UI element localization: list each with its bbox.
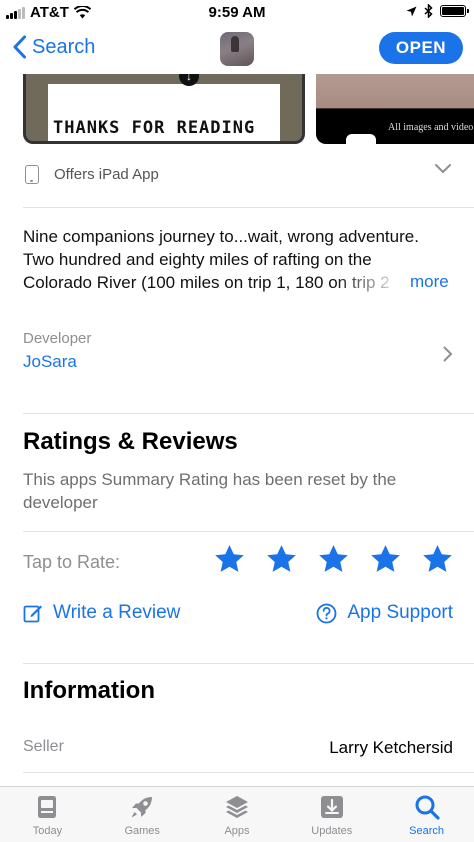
- developer-row[interactable]: Developer JoSara: [23, 330, 455, 380]
- clock: 9:59 AM: [208, 4, 266, 21]
- write-review-button[interactable]: Write a Review: [23, 602, 180, 624]
- rating-stars: [213, 543, 454, 576]
- rocket-icon: [131, 797, 153, 818]
- offers-ipad-row[interactable]: Offers iPad App: [23, 156, 455, 192]
- star-icon[interactable]: [421, 543, 454, 576]
- developer-name: JoSara: [23, 352, 77, 371]
- offers-ipad-label: Offers iPad App: [54, 165, 159, 183]
- screenshot-1[interactable]: ↓ THANKS FOR READING: [23, 74, 305, 144]
- review-actions: Write a Review App Support: [23, 600, 455, 630]
- description-line: Nine companions journey to...wait, wrong…: [23, 227, 419, 246]
- tab-updates[interactable]: Updates: [284, 787, 379, 842]
- question-circle-icon: [316, 603, 337, 623]
- screenshot-2-graphic: [346, 134, 376, 144]
- write-review-label: Write a Review: [53, 602, 181, 623]
- divider: [23, 531, 474, 532]
- more-link[interactable]: more: [410, 272, 449, 292]
- tab-bar: Today Games Apps Updates Search: [0, 786, 474, 842]
- tab-label: Games: [124, 825, 160, 837]
- tab-search[interactable]: Search: [379, 787, 474, 842]
- star-icon[interactable]: [265, 543, 298, 576]
- back-button[interactable]: Search: [12, 35, 95, 59]
- star-icon[interactable]: [369, 543, 402, 576]
- divider: [23, 772, 474, 773]
- open-button[interactable]: OPEN: [379, 32, 463, 64]
- tab-games[interactable]: Games: [95, 787, 190, 842]
- screenshot-1-text: THANKS FOR READING: [53, 118, 256, 138]
- divider: [23, 207, 474, 208]
- ratings-reviews-title: Ratings & Reviews: [23, 428, 238, 455]
- rating-reset-text: This apps Summary Rating has been reset …: [23, 470, 397, 512]
- tap-to-rate-row: Tap to Rate:: [23, 543, 455, 583]
- divider: [23, 663, 474, 664]
- status-bar: AT&T 9:59 AM: [0, 0, 474, 24]
- screenshot-carousel[interactable]: ↓ THANKS FOR READING All images and vide…: [0, 74, 474, 146]
- divider: [23, 413, 474, 414]
- star-icon[interactable]: [317, 543, 350, 576]
- star-icon[interactable]: [213, 543, 246, 576]
- download-tray-icon: [320, 796, 343, 818]
- description-line: Colorado River (100 miles on trip 1, 180…: [23, 273, 390, 292]
- search-icon: [415, 795, 440, 820]
- bluetooth-icon: [424, 4, 433, 18]
- app-support-label: App Support: [347, 602, 453, 623]
- chevron-right-icon: [443, 346, 453, 362]
- tab-label: Today: [32, 825, 63, 837]
- tab-label: Apps: [224, 825, 250, 837]
- information-title: Information: [23, 677, 155, 704]
- app-icon-thumbnail: [220, 32, 254, 66]
- nav-bar: Search OPEN: [0, 24, 474, 74]
- compose-icon: [23, 605, 42, 623]
- tap-to-rate-label: Tap to Rate:: [23, 552, 121, 572]
- today-icon: [38, 796, 57, 818]
- app-support-button[interactable]: App Support: [316, 602, 453, 624]
- tab-label: Search: [409, 825, 445, 837]
- info-label: Seller: [23, 738, 64, 755]
- developer-label: Developer: [23, 330, 92, 347]
- screenshot-2[interactable]: All images and video: [316, 74, 474, 144]
- layers-icon: [225, 796, 248, 818]
- battery-icon: [440, 5, 469, 17]
- description-line: Two hundred and eighty miles of rafting …: [23, 250, 372, 269]
- info-row-seller: Seller Larry Ketchersid: [23, 736, 453, 760]
- ipad-icon: [25, 164, 39, 184]
- tab-label: Updates: [311, 825, 353, 837]
- info-value: Larry Ketchersid: [329, 738, 453, 757]
- chevron-down-icon: [435, 164, 451, 174]
- tab-today[interactable]: Today: [0, 787, 95, 842]
- screenshot-2-caption: All images and video: [388, 122, 474, 133]
- app-description: Nine companions journey to...wait, wrong…: [23, 225, 453, 294]
- chevron-left-icon: [13, 35, 26, 59]
- back-label: Search: [32, 35, 96, 58]
- location-arrow-icon: [406, 6, 417, 16]
- tab-apps[interactable]: Apps: [190, 787, 285, 842]
